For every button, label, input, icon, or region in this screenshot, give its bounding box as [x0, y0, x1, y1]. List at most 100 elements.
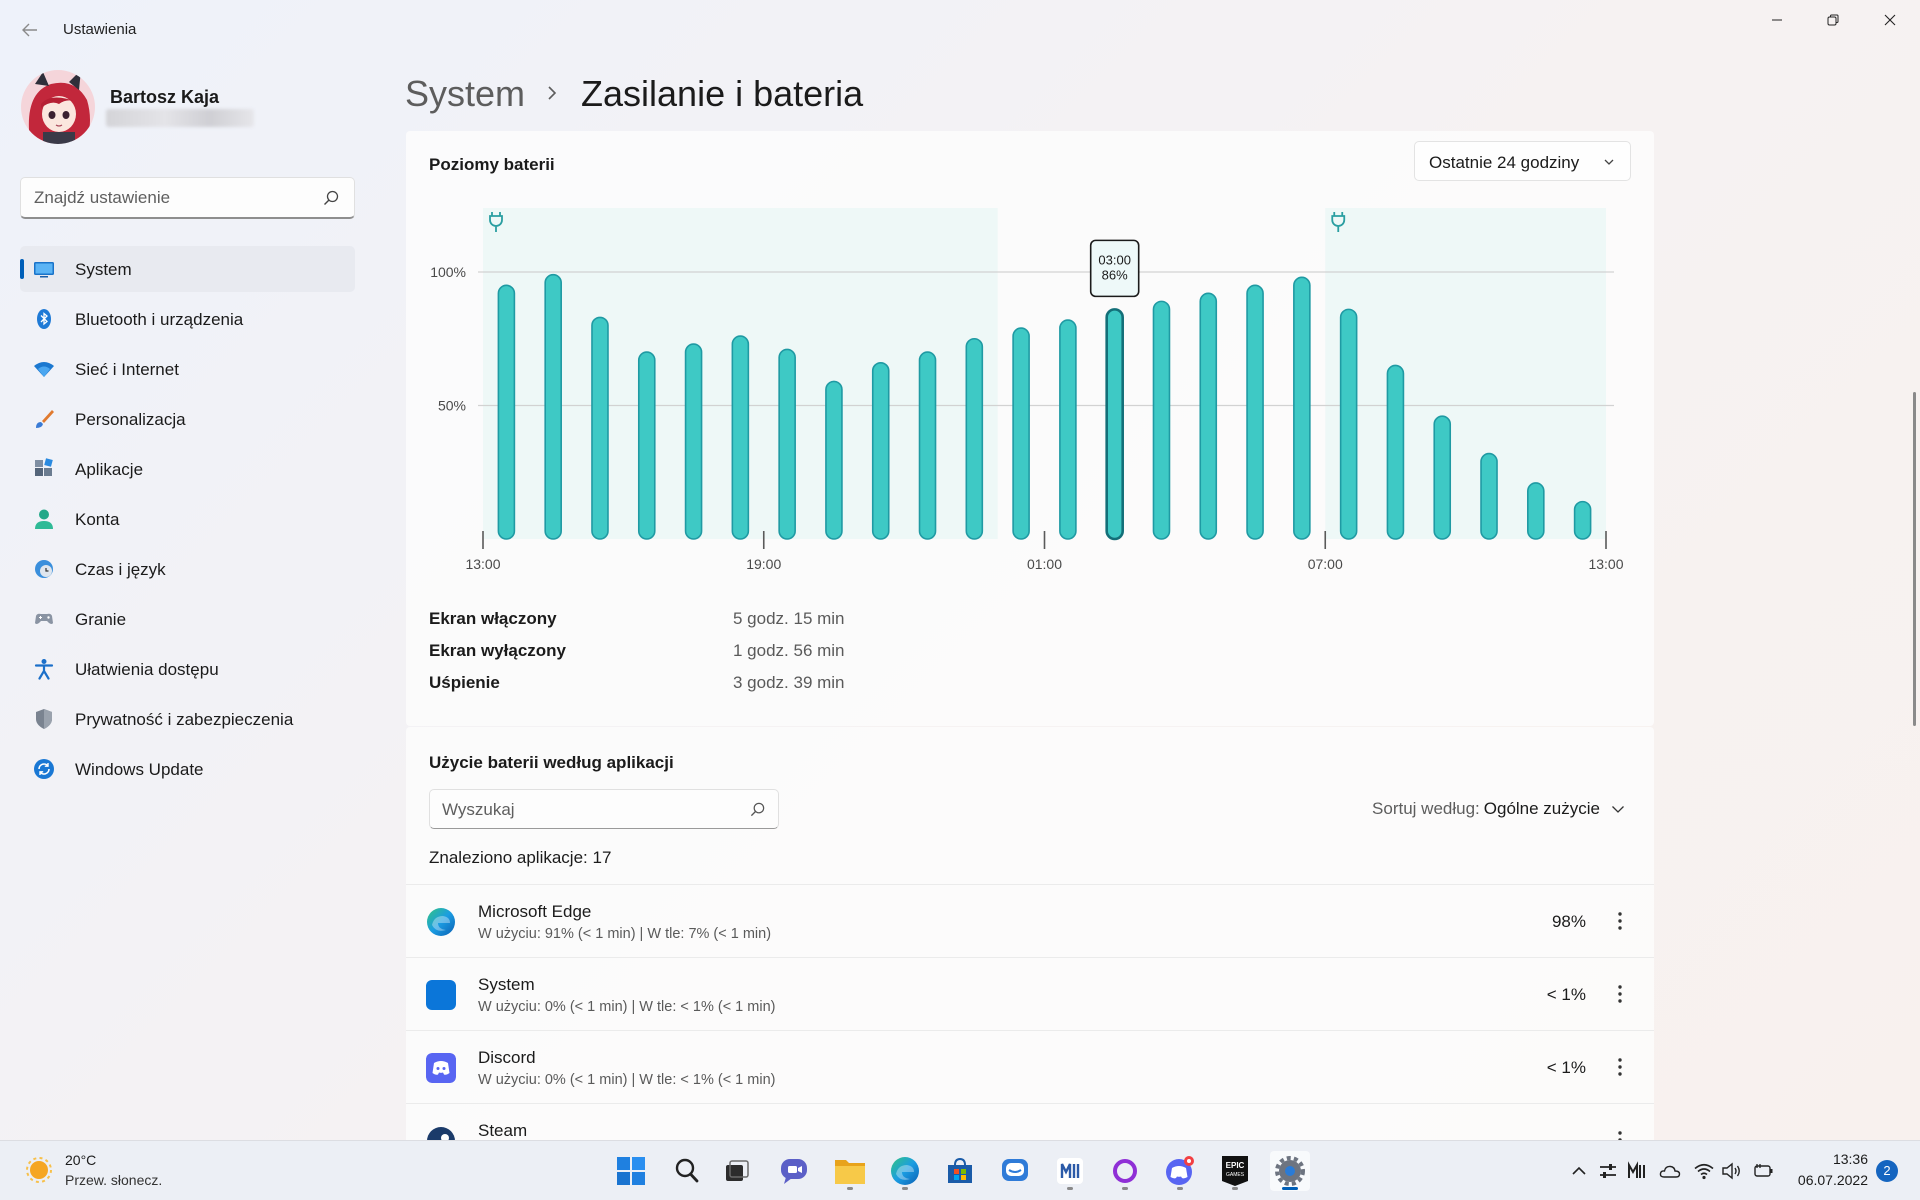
active-indicator	[20, 259, 24, 279]
sidebar-item-label: System	[75, 260, 132, 279]
battery-bar	[1105, 308, 1124, 541]
task-view-button[interactable]	[717, 1151, 757, 1191]
charging-period	[1325, 208, 1606, 539]
m-app-icon	[1057, 1158, 1083, 1184]
sidebar-item-accessibility[interactable]: Ułatwienia dostępu	[20, 646, 355, 692]
teams-chat-icon	[781, 1159, 807, 1184]
minimize-button[interactable]	[1754, 8, 1800, 32]
app-m-button[interactable]	[1050, 1151, 1090, 1191]
back-button[interactable]	[18, 18, 42, 42]
app-percent: < 1%	[1546, 1058, 1586, 1077]
x-tick-label: 01:00	[1027, 556, 1062, 572]
app-search-input[interactable]	[442, 799, 732, 821]
wifi-icon[interactable]	[1693, 1160, 1715, 1182]
brush-icon	[36, 410, 54, 428]
battery-bar	[497, 284, 516, 540]
discord-taskbar-button[interactable]	[1160, 1151, 1200, 1191]
volume-icon[interactable]	[1721, 1160, 1743, 1182]
clock-time[interactable]: 13:36	[1786, 1151, 1868, 1167]
screen-off-label: Ekran wyłączony	[429, 641, 567, 660]
sidebar-item-windows-update[interactable]: Windows Update	[20, 746, 355, 792]
settings-search[interactable]	[20, 177, 355, 219]
battery-bar	[778, 348, 796, 540]
chevron-right-icon	[545, 81, 559, 107]
y-tick-label: 100%	[430, 264, 466, 280]
time-range-dropdown[interactable]: Ostatnie 24 godziny	[1414, 141, 1631, 181]
settings-taskbar-button[interactable]	[1270, 1151, 1310, 1191]
edge-icon	[891, 1157, 919, 1185]
app-search[interactable]	[429, 789, 779, 829]
gamepad-icon	[35, 613, 53, 624]
settings-search-input[interactable]	[34, 187, 304, 209]
battery-bar	[1246, 284, 1264, 540]
close-button[interactable]	[1867, 8, 1913, 32]
screen-off-row: Ekran wyłączony 1 godz. 56 min	[429, 641, 929, 663]
circle-app-button[interactable]	[1105, 1151, 1145, 1191]
sidebar-item-label: Prywatność i zabezpieczenia	[75, 710, 294, 729]
search-icon	[675, 1158, 699, 1183]
search-icon[interactable]	[322, 189, 340, 207]
app-name: System	[478, 975, 535, 994]
sidebar-item-system[interactable]: System	[20, 246, 355, 292]
clock-date[interactable]: 06.07.2022	[1786, 1172, 1868, 1188]
x-tick-label: 07:00	[1308, 556, 1343, 572]
avatar[interactable]	[21, 70, 95, 144]
breadcrumb-parent[interactable]: System	[405, 73, 525, 115]
app-name: Microsoft Edge	[478, 902, 592, 921]
messenger-button[interactable]	[995, 1151, 1035, 1191]
system-icon	[34, 262, 54, 278]
scrollbar[interactable]	[1913, 392, 1916, 726]
sort-dropdown[interactable]: Sortuj według: Ogólne zużycie	[1372, 799, 1626, 819]
weather-description[interactable]: Przew. słonecz.	[65, 1172, 162, 1188]
more-options-icon[interactable]	[1610, 909, 1630, 933]
sidebar-item-label: Czas i język	[75, 560, 166, 579]
taskbar: 20°C Przew. słonecz. EPIC GAMES 13:36 06…	[0, 1140, 1920, 1200]
sidebar-item-personalization[interactable]: Personalizacja	[20, 396, 355, 442]
more-options-icon[interactable]	[1610, 982, 1630, 1006]
sidebar-item-privacy[interactable]: Prywatność i zabezpieczenia	[20, 696, 355, 742]
sidebar-item-accounts[interactable]: Konta	[20, 496, 355, 542]
edge-taskbar-button[interactable]	[885, 1151, 925, 1191]
chat-button[interactable]	[774, 1151, 814, 1191]
weather-sun-icon[interactable]	[24, 1155, 54, 1185]
search-icon[interactable]	[749, 801, 766, 818]
sidebar-item-network[interactable]: Sieć i Internet	[20, 346, 355, 392]
app-detail: W użyciu: 91% (< 1 min) | W tle: 7% (< 1…	[478, 926, 772, 942]
app-percent: 98%	[1551, 912, 1586, 931]
battery-bar	[1339, 308, 1358, 540]
app-detail: W użyciu: 0% (< 1 min) | W tle: < 1% (< …	[478, 1072, 776, 1088]
battery-charging-icon[interactable]	[1752, 1160, 1774, 1182]
battery-bar	[544, 273, 562, 540]
sidebar-item-label: Personalizacja	[75, 410, 186, 429]
bluetooth-icon	[37, 309, 51, 329]
screen-on-label: Ekran włączony	[429, 609, 557, 628]
app-usage-card: Użycie baterii według aplikacji Sortuj w…	[406, 727, 1654, 1147]
app-row-edge[interactable]: Microsoft Edge W użyciu: 91% (< 1 min) |…	[406, 884, 1654, 957]
sidebar-item-gaming[interactable]: Granie	[20, 596, 355, 642]
app-row-system[interactable]: System W użyciu: 0% (< 1 min) | W tle: <…	[406, 957, 1654, 1030]
notification-badge[interactable]: 2	[1876, 1160, 1898, 1182]
taskbar-search-button[interactable]	[667, 1151, 707, 1191]
file-explorer-button[interactable]	[830, 1151, 870, 1191]
sidebar-item-time-language[interactable]: Czas i język	[20, 546, 355, 592]
app-row-discord[interactable]: Discord W użyciu: 0% (< 1 min) | W tle: …	[406, 1030, 1654, 1103]
svg-text:EPIC: EPIC	[1226, 1161, 1245, 1170]
sidebar-item-bluetooth[interactable]: Bluetooth i urządzenia	[20, 296, 355, 342]
epic-games-button[interactable]: EPIC GAMES	[1215, 1151, 1255, 1191]
store-button[interactable]	[940, 1151, 980, 1191]
battery-bar	[637, 351, 656, 540]
sidebar-item-label: Konta	[75, 510, 120, 529]
sleep-value: 3 godz. 39 min	[733, 673, 845, 692]
app-name: Discord	[478, 1048, 536, 1067]
more-options-icon[interactable]	[1610, 1055, 1630, 1079]
weather-temperature[interactable]: 20°C	[65, 1152, 96, 1168]
onedrive-icon[interactable]	[1659, 1160, 1681, 1182]
chevron-up-icon[interactable]	[1568, 1160, 1590, 1182]
sidebar-item-apps[interactable]: Aplikacje	[20, 446, 355, 492]
restore-button[interactable]	[1810, 8, 1856, 32]
sliders-icon[interactable]	[1597, 1160, 1619, 1182]
start-button[interactable]	[611, 1151, 651, 1191]
discord-icon	[426, 1053, 456, 1083]
battery-bar	[871, 361, 890, 540]
m-tray-icon[interactable]	[1626, 1160, 1648, 1182]
